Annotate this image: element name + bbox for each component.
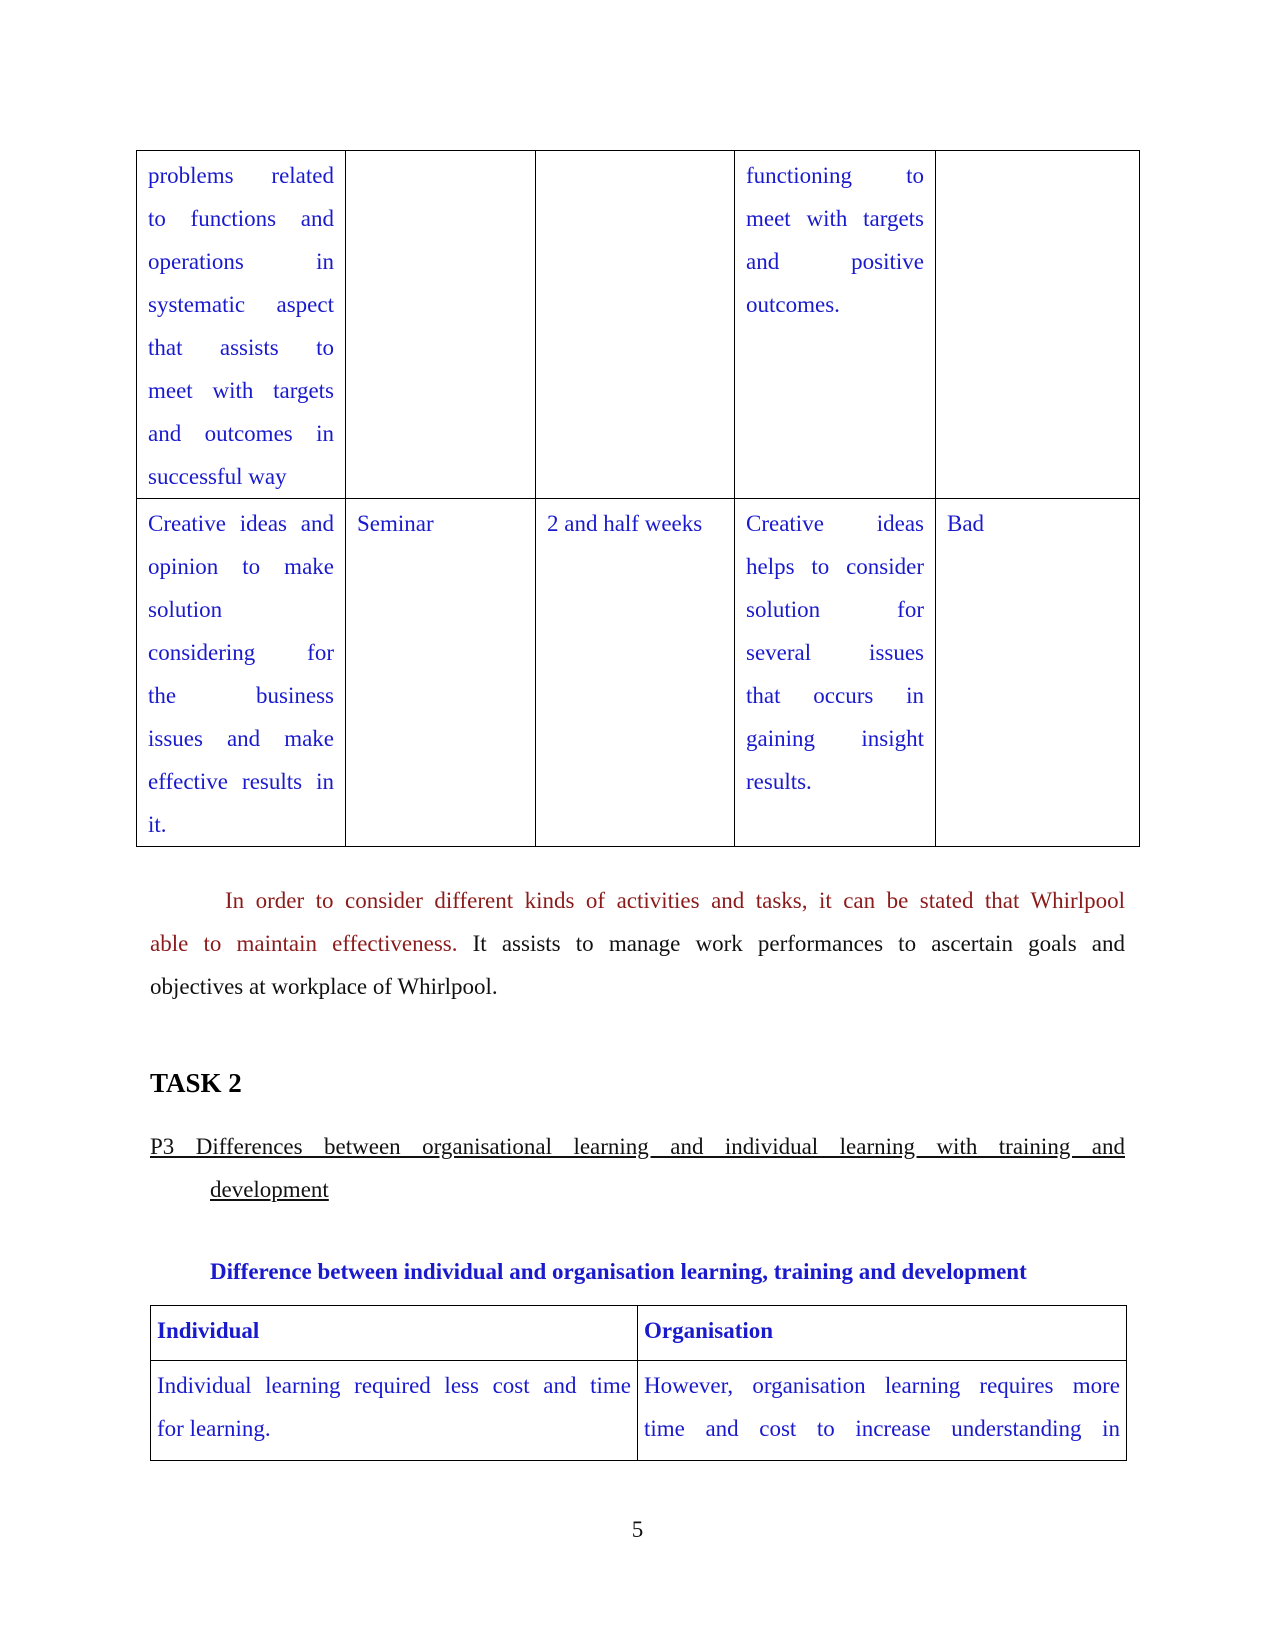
- cell-line: outcomes.: [746, 292, 840, 317]
- cell-line: solution: [148, 597, 223, 622]
- paragraph-line: able to maintain effectiveness. It assis…: [150, 922, 1125, 965]
- table-caption: Difference between individual and organi…: [210, 1259, 1027, 1284]
- cell-line: Creative ideas: [746, 511, 924, 536]
- cell-line: considering for: [148, 640, 334, 665]
- cell-line: meet with targets: [148, 378, 334, 403]
- subheading-text: development: [210, 1177, 329, 1202]
- table-cell: [535, 150, 735, 499]
- cell-line: and outcomes in: [148, 421, 334, 446]
- cell-line: Individual learning required less cost a…: [157, 1373, 631, 1398]
- cell-line: Bad: [947, 511, 985, 536]
- table-cell: Seminar: [345, 498, 536, 847]
- activities-table: problems related to functions and operat…: [136, 150, 1140, 847]
- cell-line: solution for: [746, 597, 924, 622]
- cell-line: that occurs in: [746, 683, 924, 708]
- table-cell: 2 and half weeks: [535, 498, 735, 847]
- table-cell: [935, 150, 1140, 499]
- table-row: problems related to functions and operat…: [136, 150, 1140, 499]
- cell-line: 2 and half weeks: [547, 511, 703, 536]
- section-subheading: P3 Differences between organisational le…: [150, 1125, 1125, 1211]
- header-individual: Individual: [150, 1305, 638, 1361]
- subheading-line: development: [150, 1168, 1125, 1211]
- cell-line: helps to consider: [746, 554, 924, 579]
- cell-line: time and cost to increase understanding …: [644, 1416, 1120, 1441]
- cell-line: opinion to make: [148, 554, 334, 579]
- paragraph-line: In order to consider different kinds of …: [225, 888, 1125, 913]
- cell-line: operations in: [148, 249, 334, 274]
- cell-line: meet with targets: [746, 206, 924, 231]
- comparison-table: Individual Organisation Individual learn…: [150, 1305, 1127, 1461]
- subheading-line: P3 Differences between organisational le…: [150, 1134, 1125, 1159]
- cell-line: functioning to: [746, 163, 924, 188]
- table-cell: Individual learning required less cost a…: [150, 1360, 638, 1461]
- cell-line: successful way: [148, 464, 287, 489]
- cell-line: and positive: [746, 249, 924, 274]
- cell-line: systematic aspect: [148, 292, 334, 317]
- table-row: Individual learning required less cost a…: [150, 1360, 1127, 1461]
- cell-line: Creative ideas and: [148, 511, 334, 536]
- table-cell: problems related to functions and operat…: [136, 150, 346, 499]
- page-number: 5: [631, 1517, 644, 1542]
- cell-line: for learning.: [157, 1416, 271, 1441]
- cell-line: several issues: [746, 640, 924, 665]
- cell-line: However, organisation learning requires …: [644, 1373, 1120, 1398]
- cell-line: to functions and: [148, 206, 334, 231]
- table-cell: Creative ideas helps to consider solutio…: [734, 498, 936, 847]
- cell-line: the business: [148, 683, 334, 708]
- task-heading: TASK 2: [150, 1068, 242, 1098]
- table-cell: functioning to meet with targets and pos…: [734, 150, 936, 499]
- cell-line: it.: [148, 812, 167, 837]
- table-row: Creative ideas and opinion to make solut…: [136, 498, 1140, 847]
- paragraph-line: objectives at workplace of Whirlpool.: [150, 974, 498, 999]
- cell-line: problems related: [148, 163, 334, 188]
- cell-line: that assists to: [148, 335, 334, 360]
- table-cell: However, organisation learning requires …: [637, 1360, 1127, 1461]
- cell-line: effective results in: [148, 769, 334, 794]
- header-organisation: Organisation: [637, 1305, 1127, 1361]
- table-cell: [345, 150, 536, 499]
- cell-line: results.: [746, 769, 812, 794]
- table-header-row: Individual Organisation: [150, 1305, 1127, 1361]
- paragraph-text: It assists to manage work performances t…: [457, 931, 1125, 956]
- highlighted-text: able to maintain effectiveness.: [150, 931, 458, 956]
- table-cell: Bad: [935, 498, 1140, 847]
- cell-line: Seminar: [357, 511, 434, 536]
- body-paragraph: In order to consider different kinds of …: [150, 879, 1125, 1008]
- table-cell: Creative ideas and opinion to make solut…: [136, 498, 346, 847]
- cell-line: gaining insight: [746, 726, 924, 751]
- cell-line: issues and make: [148, 726, 334, 751]
